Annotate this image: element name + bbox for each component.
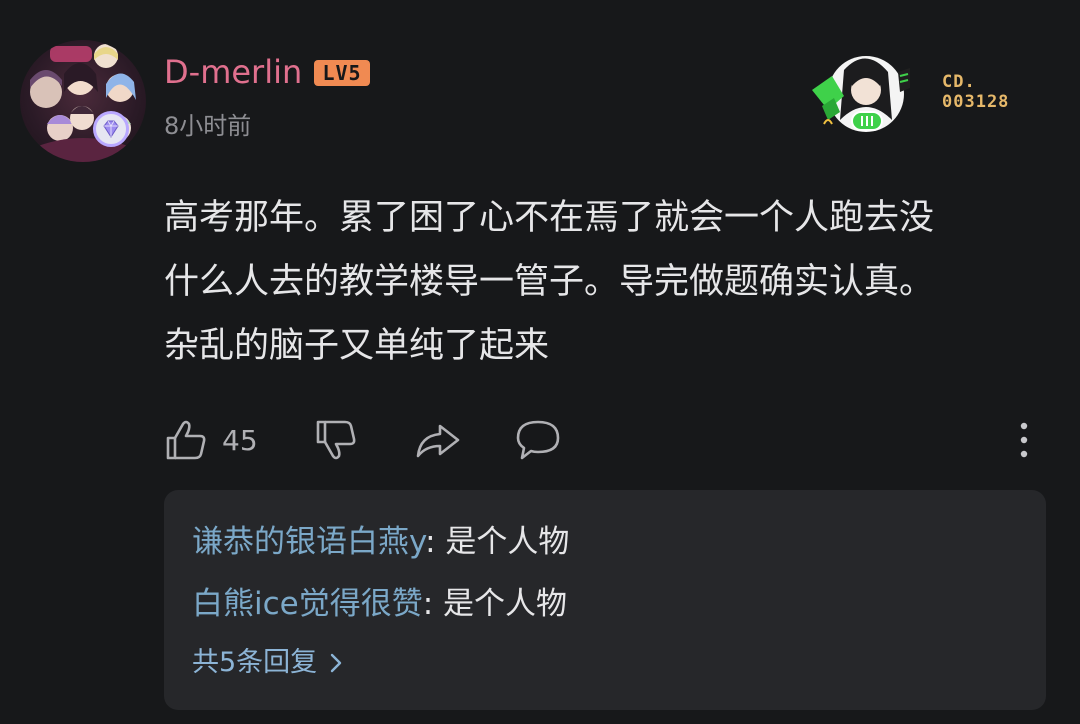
more-options-button[interactable] (1012, 418, 1036, 462)
comment-body-line: 高考那年。累了困了心不在焉了就会一个人跑去没 (164, 198, 935, 238)
avatar-illustration (30, 44, 136, 162)
share-button[interactable] (414, 418, 462, 462)
comment-card: D-merlin LV5 8小时前 CD. 003128 高考那年。累了困了心不… (0, 0, 1080, 724)
user-avatar[interactable] (20, 40, 146, 162)
view-all-replies-link[interactable]: 共5条回复 (192, 644, 343, 682)
username[interactable]: D-merlin (164, 52, 302, 92)
reply-text: : 是个人物 (422, 586, 568, 622)
view-all-replies-label: 共5条回复 (192, 647, 318, 678)
reply-button[interactable] (514, 418, 562, 462)
decorative-avatar-frame (810, 50, 912, 134)
comment-body: 高考那年。累了困了心不在焉了就会一个人跑去没 什么人去的教学楼导一管子。导完做题… (164, 186, 1054, 378)
more-vertical-icon (1020, 422, 1028, 458)
action-bar: 45 (164, 418, 1044, 462)
reply-item[interactable]: 白熊ice觉得很赞: 是个人物 (192, 582, 567, 626)
comment-bubble-icon (516, 420, 560, 460)
reply-author[interactable]: 谦恭的银语白燕y (192, 524, 425, 560)
level-badge: LV5 (314, 60, 370, 86)
timestamp: 8小时前 (164, 112, 252, 140)
share-arrow-icon (416, 424, 460, 458)
reply-text: : 是个人物 (425, 524, 570, 560)
decorative-code: CD. 003128 (942, 72, 1042, 112)
comment-body-line: 杂乱的脑子又单纯了起来 (164, 326, 550, 366)
like-button[interactable]: 45 (164, 418, 258, 462)
decor-code-line2: 003128 (942, 92, 1010, 112)
diamond-badge-icon (93, 111, 129, 147)
thumbs-down-icon (316, 420, 356, 460)
reply-item[interactable]: 谦恭的银语白燕y: 是个人物 (192, 520, 569, 564)
thumbs-up-icon (166, 420, 206, 460)
reply-author[interactable]: 白熊ice觉得很赞 (192, 586, 423, 622)
chevron-right-icon (330, 653, 342, 673)
reply-preview-panel[interactable]: 谦恭的银语白燕y: 是个人物 白熊ice觉得很赞: 是个人物 共5条回复 (164, 490, 1046, 710)
like-count: 45 (222, 423, 258, 457)
dislike-button[interactable] (314, 418, 358, 462)
decor-code-line1: CD. (942, 72, 976, 92)
comment-body-line: 什么人去的教学楼导一管子。导完做题确实认真。 (164, 262, 935, 302)
